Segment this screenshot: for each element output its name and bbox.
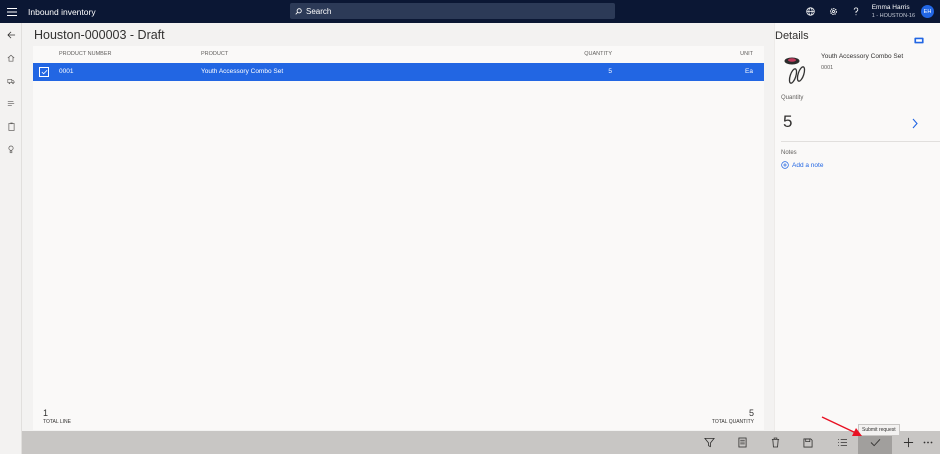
delete-icon	[771, 437, 779, 448]
home-icon[interactable]	[0, 46, 22, 69]
add-circle-icon	[781, 161, 789, 169]
cell-product: Youth Accessory Combo Set	[201, 68, 284, 75]
list-lines-icon[interactable]	[0, 92, 22, 115]
total-quantity-label: TOTAL QUANTITY	[711, 419, 754, 425]
row-checkbox[interactable]	[39, 67, 49, 77]
page-title: Houston-000003 - Draft	[34, 28, 165, 42]
more-button[interactable]	[916, 431, 940, 454]
avatar[interactable]: EH	[921, 5, 934, 18]
command-bar	[22, 431, 940, 454]
cell-quantity: 5	[608, 68, 612, 75]
filter-button[interactable]	[692, 431, 726, 454]
table-row[interactable]: 0001 Youth Accessory Combo Set 5 Ea	[33, 63, 764, 81]
total-line-label: TOTAL LINE	[43, 419, 71, 425]
total-line-count: 1	[43, 408, 49, 418]
gear-icon[interactable]	[822, 0, 845, 23]
lines-grid: PRODUCT NUMBER PRODUCT QUANTITY UNIT 000…	[33, 46, 764, 430]
details-product-name: Youth Accessory Combo Set	[821, 53, 904, 60]
hamburger-menu-icon[interactable]	[0, 0, 24, 23]
help-icon[interactable]	[845, 0, 868, 23]
column-header-quantity[interactable]: QUANTITY	[584, 51, 612, 57]
quantity-label: Quantity	[781, 95, 804, 101]
details-pane: Details Youth Accessory Combo Set 0001 Q…	[774, 23, 940, 431]
notes-label: Notes	[781, 150, 797, 156]
add-note-label: Add a note	[792, 161, 824, 169]
search-placeholder: Search	[306, 6, 332, 16]
truck-icon[interactable]	[0, 69, 22, 92]
lightbulb-icon[interactable]	[0, 138, 22, 161]
column-header-product-number[interactable]: PRODUCT NUMBER	[59, 51, 111, 57]
filter-icon	[703, 437, 715, 448]
product-details-icon	[737, 437, 747, 448]
quantity-value[interactable]: 5	[783, 112, 792, 132]
back-arrow-icon[interactable]	[0, 23, 22, 46]
cell-unit: Ea	[745, 68, 753, 75]
product-details-button[interactable]	[725, 431, 759, 454]
clipboard-icon[interactable]	[0, 115, 22, 138]
column-header-unit[interactable]: UNIT	[740, 51, 753, 57]
more-icon	[923, 441, 933, 444]
user-info[interactable]: Emma Harris 1 - HOUSTON-16	[872, 4, 915, 20]
pin-pane-icon[interactable]	[914, 31, 924, 49]
checkmark-icon	[41, 69, 47, 75]
top-bar: Inbound inventory Search Emma Harris 1 -…	[0, 0, 940, 23]
user-name: Emma Harris	[871, 3, 910, 11]
user-store: 1 - HOUSTON-16	[871, 12, 915, 19]
app-title: Inbound inventory	[28, 6, 96, 17]
add-note-link[interactable]: Add a note	[781, 161, 823, 169]
totals-bar: 1 TOTAL LINE 5 TOTAL QUANTITY	[33, 404, 764, 430]
details-title: Details	[775, 30, 809, 42]
product-image	[783, 53, 811, 87]
globe-icon[interactable]	[799, 0, 822, 23]
annotation-arrow-icon	[820, 414, 866, 445]
add-icon	[903, 437, 913, 448]
delete-button[interactable]	[758, 431, 792, 454]
search-icon	[295, 2, 302, 20]
details-product-id: 0001	[821, 65, 834, 71]
search-box[interactable]: Search	[290, 3, 615, 19]
grid-header: PRODUCT NUMBER PRODUCT QUANTITY UNIT	[33, 46, 764, 63]
save-icon	[803, 438, 813, 447]
chevron-right-icon[interactable]	[912, 116, 918, 134]
left-nav	[0, 23, 22, 454]
cell-product-number: 0001	[59, 68, 74, 75]
checkmark-icon	[870, 439, 880, 447]
divider	[781, 141, 940, 142]
column-header-product[interactable]: PRODUCT	[201, 51, 228, 57]
total-quantity-value: 5	[748, 408, 754, 418]
